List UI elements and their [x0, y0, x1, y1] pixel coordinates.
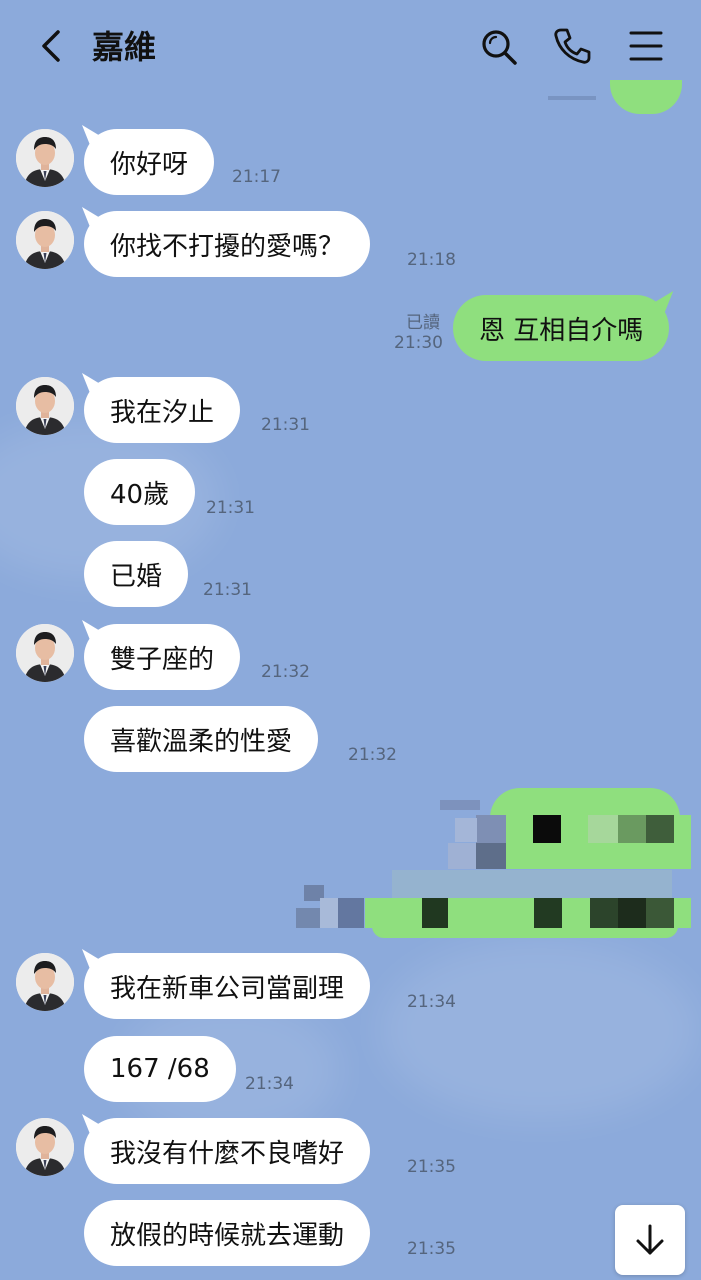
- censored-pixel: [476, 843, 506, 869]
- message-time: 21:35: [407, 1239, 456, 1259]
- message-text: 喜歡溫柔的性愛: [110, 726, 293, 757]
- censored-pixel: [448, 843, 476, 869]
- censored-pixel: [320, 898, 338, 928]
- message-bubble-incoming[interactable]: 167 /68: [84, 1036, 236, 1102]
- message-time: 21:30: [394, 333, 443, 353]
- partial-outgoing-bubble: [610, 80, 682, 114]
- partial-read-receipt: [548, 96, 596, 100]
- arrow-down-icon: [636, 1224, 664, 1255]
- message-bubble-incoming[interactable]: 你找不打擾的愛嗎？: [84, 211, 371, 277]
- message-text: 恩 互相自介嗎: [479, 315, 644, 346]
- avatar[interactable]: [16, 129, 74, 187]
- message-bubble-incoming[interactable]: 放假的時候就去運動: [84, 1200, 371, 1266]
- message-time: 21:34: [245, 1074, 294, 1094]
- censored-pixel: [618, 815, 646, 843]
- censored-pixel: [533, 815, 561, 843]
- censored-pixel: [618, 898, 646, 928]
- censored-bubble: [490, 788, 680, 818]
- censored-pixel: [338, 898, 364, 928]
- avatar-face-icon: [16, 129, 74, 187]
- message-text: 你找不打擾的愛嗎？: [110, 231, 345, 262]
- message-time: 21:34: [407, 992, 456, 1012]
- message-bubble-incoming[interactable]: 40歲: [84, 459, 196, 525]
- message-time: 21:35: [407, 1157, 456, 1177]
- message-bubble-incoming[interactable]: 喜歡溫柔的性愛: [84, 706, 319, 772]
- scroll-to-bottom-button[interactable]: [615, 1205, 685, 1275]
- censored-pixel: [296, 908, 320, 928]
- message-time: 21:31: [206, 498, 255, 518]
- chat-header: 嘉維: [0, 0, 701, 96]
- message-time: 21:18: [407, 250, 456, 270]
- message-bubble-incoming[interactable]: 你好呀: [84, 129, 215, 195]
- censored-pixel: [646, 815, 674, 843]
- message-text: 我在新車公司當副理: [110, 973, 345, 1004]
- search-icon[interactable]: [478, 26, 520, 68]
- message-bubble-incoming[interactable]: 已婚: [84, 541, 189, 607]
- message-bubble-incoming[interactable]: 我在新車公司當副理: [84, 953, 371, 1019]
- message-time: 21:32: [261, 662, 310, 682]
- read-receipt: 已讀: [406, 313, 440, 333]
- message-bubble-incoming[interactable]: 我沒有什麼不良嗜好: [84, 1118, 371, 1184]
- message-text: 已婚: [110, 561, 163, 592]
- message-text: 我在汐止: [110, 397, 215, 428]
- censored-pixel: [588, 815, 618, 843]
- censored-pixel: [455, 818, 477, 842]
- message-text: 我沒有什麼不良嗜好: [110, 1138, 345, 1169]
- censored-pixel: [590, 898, 618, 928]
- avatar[interactable]: [16, 1118, 74, 1176]
- message-text: 雙子座的: [110, 644, 215, 675]
- message-bubble-incoming[interactable]: 我在汐止: [84, 377, 241, 443]
- censored-pixel: [392, 870, 672, 900]
- avatar[interactable]: [16, 211, 74, 269]
- censored-pixel: [476, 815, 506, 843]
- avatar-face-icon: [16, 377, 74, 435]
- avatar-face-icon: [16, 953, 74, 1011]
- avatar-face-icon: [16, 624, 74, 682]
- menu-icon[interactable]: [628, 28, 664, 64]
- background-cloud: [380, 940, 700, 1120]
- message-time: 21:31: [261, 415, 310, 435]
- censored-pixel: [422, 898, 448, 928]
- avatar-face-icon: [16, 211, 74, 269]
- chat-screen: 嘉維 你好呀 21:17 你找不打擾的愛嗎？ 21:18 已讀 21:30 恩 …: [0, 0, 701, 1280]
- avatar-face-icon: [16, 1118, 74, 1176]
- message-text: 放假的時候就去運動: [110, 1220, 345, 1251]
- phone-icon[interactable]: [552, 26, 592, 66]
- message-bubble-incoming[interactable]: 雙子座的: [84, 624, 241, 690]
- avatar[interactable]: [16, 377, 74, 435]
- back-icon[interactable]: [34, 26, 70, 66]
- message-time: 21:17: [232, 167, 281, 187]
- message-bubble-outgoing[interactable]: 恩 互相自介嗎: [453, 295, 670, 361]
- message-text: 167 /68: [110, 1054, 210, 1084]
- message-time: 21:31: [203, 580, 252, 600]
- chat-title: 嘉維: [92, 28, 157, 66]
- message-text: 你好呀: [110, 149, 189, 180]
- message-time: 21:32: [348, 745, 397, 765]
- censored-pixel: [646, 898, 674, 928]
- censored-pixel: [534, 898, 562, 928]
- censored-read-receipt: [440, 800, 480, 810]
- avatar[interactable]: [16, 624, 74, 682]
- message-text: 40歲: [110, 479, 170, 510]
- avatar[interactable]: [16, 953, 74, 1011]
